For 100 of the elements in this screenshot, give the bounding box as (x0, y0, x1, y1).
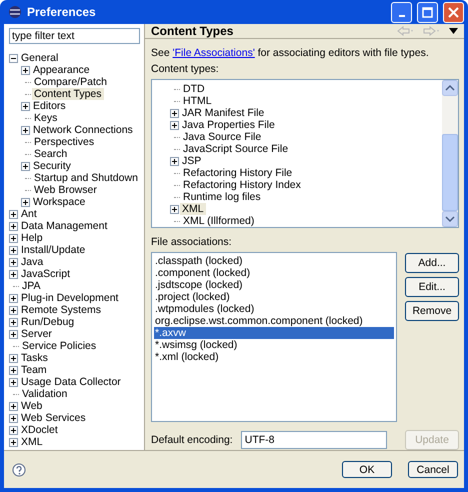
expand-icon[interactable] (9, 270, 18, 278)
minimize-button[interactable] (391, 2, 412, 22)
list-item[interactable]: .wtpmodules (locked) (154, 303, 394, 316)
encoding-label: Default encoding: (151, 434, 233, 446)
tree-item[interactable]: Remote Systems (19, 304, 103, 316)
tree-item[interactable]: Perspectives (32, 136, 96, 148)
page-title: Content Types (151, 24, 234, 38)
tree-item[interactable]: Security (31, 160, 73, 172)
tree-item[interactable]: Workspace (31, 196, 88, 208)
expand-icon[interactable] (9, 354, 18, 362)
tree-item[interactable]: Refactoring History Index (181, 179, 303, 192)
menu-icon[interactable] (449, 28, 458, 34)
tree-item[interactable]: Compare/Patch (32, 76, 109, 88)
tree-item[interactable]: Java Properties File (180, 119, 277, 132)
expand-icon[interactable] (9, 306, 18, 314)
scroll-thumb[interactable] (442, 134, 458, 212)
tree-item[interactable]: HTML (181, 95, 214, 108)
expand-icon[interactable] (9, 318, 18, 326)
tree-item[interactable]: XDoclet (19, 424, 60, 436)
expand-icon[interactable] (9, 426, 18, 434)
tree-item[interactable]: Server (19, 328, 54, 340)
tree-item[interactable]: Web Browser (32, 184, 99, 196)
tree-item[interactable]: Content Types (32, 88, 104, 100)
expand-icon[interactable] (170, 108, 179, 118)
list-item[interactable]: org.eclipse.wst.common.component (locked) (154, 315, 394, 328)
scrollbar[interactable] (442, 80, 458, 228)
expand-icon[interactable] (9, 294, 18, 302)
expand-icon[interactable] (21, 198, 30, 206)
expand-icon[interactable] (21, 102, 30, 110)
expand-icon[interactable] (9, 222, 18, 230)
list-item[interactable]: .classpath (locked) (154, 255, 394, 268)
tree-item[interactable]: Install/Update (19, 244, 88, 256)
tree-item[interactable]: JSP (180, 155, 204, 168)
collapse-icon[interactable] (9, 54, 18, 62)
expand-icon[interactable] (21, 126, 30, 134)
encoding-field[interactable]: UTF-8 (240, 431, 387, 450)
tree-item[interactable]: Refactoring History File (181, 167, 294, 180)
tree-item[interactable]: JavaScript (19, 268, 72, 280)
tree-item[interactable]: Run/Debug (19, 316, 76, 328)
tree-item[interactable]: Network Connections (31, 124, 135, 136)
list-item[interactable]: *.wsimsg (locked) (154, 339, 394, 352)
tree-item[interactable]: Keys (32, 112, 60, 124)
tree-item[interactable]: Ant (19, 208, 39, 220)
filter-field[interactable]: type filter text (9, 28, 140, 44)
tree-item[interactable]: Appearance (31, 64, 92, 76)
tree-item[interactable]: Team (19, 364, 49, 376)
tree-item[interactable]: Startup and Shutdown (32, 172, 140, 184)
expand-icon[interactable] (170, 120, 179, 130)
expand-icon[interactable] (9, 366, 18, 374)
tree-item[interactable]: Java (19, 256, 46, 268)
expand-icon[interactable] (170, 156, 179, 166)
tree-item[interactable]: Plug-in Development (19, 292, 120, 304)
expand-icon[interactable] (9, 234, 18, 242)
tree-item[interactable]: Web Services (19, 412, 88, 424)
tree-item[interactable]: Usage Data Collector (19, 376, 123, 388)
tree-item[interactable]: Runtime log files (181, 191, 263, 204)
help-icon[interactable] (12, 462, 26, 476)
list-item[interactable]: .jsdtscope (locked) (154, 279, 394, 292)
list-item[interactable]: .project (locked) (154, 291, 394, 304)
tree-item[interactable]: Tasks (19, 352, 50, 364)
list-item[interactable]: .component (locked) (154, 267, 394, 280)
expand-icon[interactable] (9, 246, 18, 254)
scroll-up-icon[interactable] (442, 80, 458, 96)
list-item[interactable]: *.xml (locked) (154, 351, 394, 364)
expand-icon[interactable] (9, 414, 18, 422)
tree-item[interactable]: DTD (181, 83, 207, 96)
expand-icon[interactable] (9, 330, 18, 338)
expand-icon[interactable] (21, 162, 30, 170)
tree-item[interactable]: Web (19, 400, 44, 412)
tree-item[interactable]: XML (180, 203, 206, 216)
scroll-down-icon[interactable] (442, 211, 458, 228)
dialog-button[interactable]: OK (342, 461, 392, 478)
tree-item[interactable]: JavaScript Source File (181, 143, 290, 156)
tree-item[interactable]: Service Policies (20, 340, 98, 352)
tree-item[interactable]: XML (Illformed) (181, 215, 256, 228)
tree-item[interactable]: XML (19, 436, 45, 448)
list-item[interactable]: *.axvw (154, 327, 394, 340)
dialog-button[interactable]: Cancel (408, 461, 458, 478)
tree-item[interactable]: Editors (31, 100, 68, 112)
tree-item[interactable]: Java Source File (181, 131, 264, 144)
close-button[interactable] (443, 2, 464, 22)
expand-icon[interactable] (9, 210, 18, 218)
tree-item[interactable]: Validation (20, 388, 70, 400)
action-button[interactable]: Remove (405, 301, 459, 322)
expand-icon[interactable] (9, 378, 18, 386)
tree-item[interactable]: Search (32, 148, 70, 160)
action-button[interactable]: Edit... (405, 277, 459, 298)
expand-icon[interactable] (21, 66, 30, 74)
expand-icon[interactable] (9, 258, 18, 266)
file-associations-link[interactable]: 'File Associations' (172, 47, 255, 60)
tree-item[interactable]: Help (19, 232, 45, 244)
expand-icon[interactable] (170, 204, 179, 214)
expand-icon[interactable] (9, 438, 18, 446)
expand-icon[interactable] (9, 402, 18, 410)
action-button[interactable]: Add... (405, 253, 459, 274)
tree-item[interactable]: JAR Manifest File (180, 107, 266, 120)
tree-item[interactable]: Data Management (19, 220, 110, 232)
tree-item[interactable]: JPA (20, 280, 42, 292)
maximize-button[interactable] (417, 2, 438, 22)
tree-item[interactable]: General (19, 52, 60, 64)
